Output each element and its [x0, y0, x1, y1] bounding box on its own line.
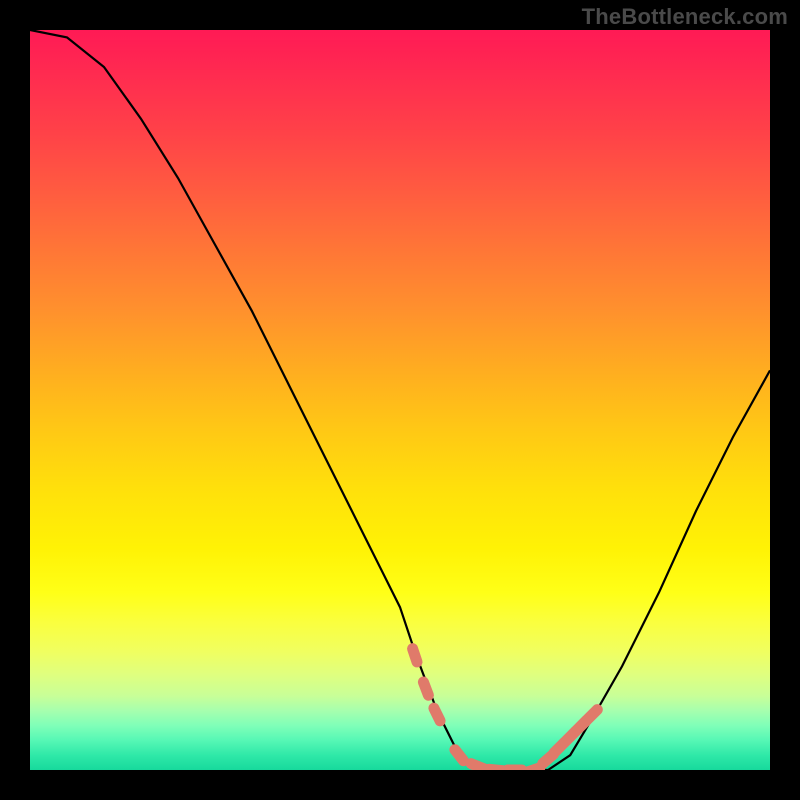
highlight-dot: [588, 710, 598, 720]
highlight-dot: [455, 750, 464, 761]
highlight-dot: [471, 764, 484, 769]
highlight-dot: [423, 682, 428, 695]
highlight-dot: [527, 768, 540, 770]
highlight-dots-group: [413, 649, 598, 770]
watermark-label: TheBottleneck.com: [582, 4, 788, 30]
plot-area: [30, 30, 770, 770]
highlight-dot: [489, 769, 503, 770]
chart-frame: TheBottleneck.com: [0, 0, 800, 800]
main-curve: [30, 30, 770, 770]
highlight-dot: [434, 708, 440, 721]
curve-layer: [30, 30, 770, 770]
highlight-dot: [413, 649, 417, 662]
